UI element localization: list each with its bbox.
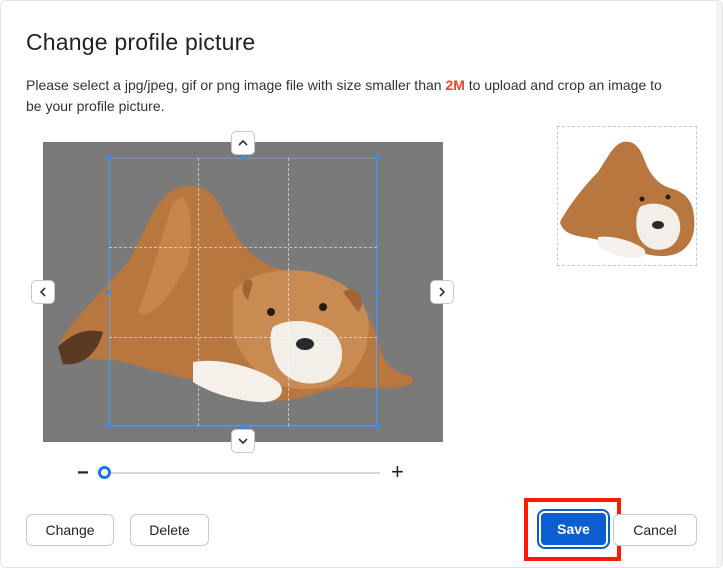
move-down-button[interactable] [231,429,255,453]
crop-handle-top-right[interactable] [375,155,380,160]
profile-picture-preview [557,126,697,266]
crop-handle-bottom-left[interactable] [106,424,111,429]
dialog-description: Please select a jpg/jpeg, gif or png ima… [26,75,676,117]
cancel-button[interactable]: Cancel [613,514,697,546]
change-profile-picture-dialog: Change profile picture Please select a j… [0,0,723,568]
zoom-slider-thumb[interactable] [98,466,111,479]
crop-handle-right[interactable] [375,290,380,295]
crop-handle-bottom-right[interactable] [375,424,380,429]
change-button[interactable]: Change [26,514,114,546]
crop-grid-line [109,336,377,338]
zoom-in-button[interactable]: + [391,461,404,483]
zoom-out-button[interactable]: − [77,463,89,483]
right-chevron-icon [439,287,446,297]
crop-handle-top[interactable] [241,155,246,160]
size-limit-highlight: 2M [445,77,465,93]
crop-handle-left[interactable] [106,290,111,295]
delete-button[interactable]: Delete [130,514,209,546]
preview-dog-photo [560,141,695,259]
description-text: Please select a jpg/jpeg, gif or png ima… [26,77,446,93]
crop-grid-line [198,158,200,426]
crop-handle-top-left[interactable] [106,155,111,160]
dialog-title: Change profile picture [26,29,256,55]
zoom-slider-track[interactable] [104,472,380,474]
page-edge [716,1,722,567]
move-right-button[interactable] [430,280,454,304]
crop-grid-line [109,247,377,249]
move-left-button[interactable] [31,280,55,304]
crop-grid-line [287,158,289,426]
down-chevron-icon [238,438,248,445]
left-chevron-icon [39,287,46,297]
up-chevron-icon [238,139,248,146]
crop-selection-box[interactable] [106,155,380,429]
save-button[interactable]: Save [539,511,608,547]
move-up-button[interactable] [231,131,255,155]
